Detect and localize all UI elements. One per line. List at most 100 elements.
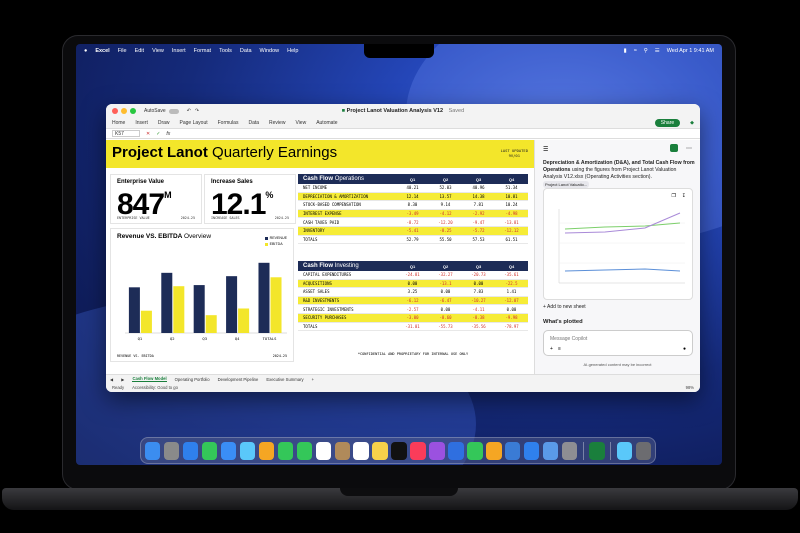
table-cell[interactable]: -35.56 — [462, 324, 495, 329]
file-reference-chip[interactable]: Project Lanot Valuatio... — [543, 181, 590, 188]
table-cell[interactable]: -78.97 — [495, 324, 528, 329]
bar-ebitda-q1[interactable] — [140, 310, 152, 333]
safari-icon[interactable] — [182, 441, 199, 460]
music-icon[interactable] — [410, 441, 426, 460]
menu-data[interactable]: Data — [240, 48, 252, 54]
preview-icon[interactable] — [543, 441, 559, 460]
table-cell[interactable]: 7.81 — [462, 202, 495, 207]
pane-menu-icon[interactable]: ☰ — [543, 146, 548, 153]
excel-icon[interactable] — [589, 441, 605, 460]
clock[interactable]: Wed Apr 1 9:41 AM — [667, 48, 714, 54]
table-cell[interactable]: -22.5 — [495, 281, 528, 286]
table-cell[interactable]: 0.00 — [495, 307, 528, 312]
menu-insert[interactable]: Insert — [172, 48, 186, 54]
maps-icon[interactable] — [239, 441, 256, 460]
table-cell[interactable]: 3.25 — [396, 289, 429, 294]
table-cell[interactable]: -4.11 — [462, 307, 495, 312]
add-attachment-icon[interactable]: + — [550, 346, 553, 352]
table-cell[interactable]: -4.98 — [495, 211, 528, 216]
table-row[interactable]: ASSET SALES 3.25 0.00 7.83 1.41 — [298, 288, 528, 297]
calendar-icon[interactable] — [315, 441, 331, 460]
table-cell[interactable]: -8.72 — [396, 220, 429, 225]
table-cell[interactable]: 0.00 — [429, 289, 462, 294]
menu-format[interactable]: Format — [194, 48, 211, 54]
podcasts-icon[interactable] — [429, 441, 445, 460]
table-cell[interactable]: -4.12 — [429, 211, 462, 216]
cancel-icon[interactable]: ✕ — [146, 131, 150, 137]
bar-ebitda-q2[interactable] — [173, 286, 185, 333]
download-icon[interactable]: ↧ — [682, 193, 686, 199]
sheet-tab-operating-portfolio[interactable]: Operating Portfolio — [175, 377, 210, 382]
table-cell[interactable]: -32.27 — [429, 272, 462, 277]
keynote-icon[interactable] — [448, 441, 464, 460]
table-cell[interactable]: 40.21 — [396, 185, 429, 190]
table-cell[interactable]: 52.79 — [396, 237, 429, 242]
table-cell[interactable]: -8.25 — [429, 228, 462, 233]
notes-icon[interactable] — [372, 441, 388, 460]
sheet-nav-next-icon[interactable]: ▶ — [121, 377, 124, 382]
table-row[interactable]: SECURITY PURCHASES -3.00 -8.60 -8.38 -9.98 — [298, 313, 528, 323]
photos-icon[interactable] — [258, 441, 275, 460]
wifi-icon[interactable]: ≈ — [634, 48, 637, 54]
table-cell[interactable]: 40.96 — [462, 185, 495, 190]
search-icon[interactable]: ⚲ — [644, 48, 648, 54]
tab-data[interactable]: Data — [248, 120, 259, 126]
table-cell[interactable]: 9.14 — [429, 202, 462, 207]
tab-home[interactable]: Home — [112, 120, 125, 126]
tab-page-layout[interactable]: Page Layout — [180, 120, 208, 126]
table-cell[interactable]: 57.53 — [462, 237, 495, 242]
table-cell[interactable]: -9.47 — [462, 220, 495, 225]
table-cell[interactable]: -8.60 — [429, 315, 462, 320]
table-row[interactable]: NET INCOME 40.21 52.03 40.96 51.34 — [298, 184, 528, 193]
worksheet[interactable]: Project Lanot Quarterly Earnings LAST UP… — [106, 140, 534, 374]
table-row[interactable]: INTEREST EXPENSE -3.49 -4.12 -2.92 -4.98 — [298, 209, 528, 219]
table-cell[interactable]: 8.30 — [396, 202, 429, 207]
table-row[interactable]: CAPITAL EXPENDITURES -24.81 -32.27 -20.73 -3… — [298, 271, 528, 280]
table-cell[interactable]: -24.81 — [396, 272, 429, 277]
table-cell[interactable]: 12.14 — [396, 194, 429, 199]
tab-automate[interactable]: Automate — [316, 120, 337, 126]
table-cell[interactable]: 0.00 — [462, 281, 495, 286]
table-cell[interactable]: -12.20 — [429, 220, 462, 225]
tab-insert[interactable]: Insert — [135, 120, 148, 126]
control-center-icon[interactable]: ☰ — [655, 48, 660, 54]
table-row[interactable]: ACQUISITIONS 0.00 -13.1 0.00 -22.5 — [298, 279, 528, 289]
bar-ebitda-q4[interactable] — [238, 308, 250, 333]
table-cell[interactable]: -31.01 — [396, 324, 429, 329]
bar-ebitda-q3[interactable] — [205, 315, 217, 333]
table-row[interactable]: TOTALS 52.79 55.50 57.53 61.51 — [298, 236, 528, 245]
name-box[interactable]: K57 — [112, 130, 140, 137]
folder-icon[interactable] — [616, 441, 633, 460]
table-cell[interactable]: -2.92 — [462, 211, 495, 216]
table-cell[interactable]: -20.73 — [462, 272, 495, 277]
fx-label[interactable]: fx — [166, 131, 170, 137]
table-cell[interactable]: -3.49 — [396, 211, 429, 216]
reminders-icon[interactable] — [353, 441, 369, 460]
table-cell[interactable]: -8.38 — [462, 315, 495, 320]
table-row[interactable]: STOCK-BASED COMPENSATION 8.30 9.14 7.81 10.2… — [298, 201, 528, 210]
more-icon[interactable]: ⋯ — [686, 145, 692, 152]
sheet-tab-cash-flow-model[interactable]: Cash Flow Model — [132, 376, 167, 382]
table-cell[interactable]: -55.73 — [429, 324, 462, 329]
bar-revenue-q2[interactable] — [161, 272, 173, 333]
table-cell[interactable]: 52.03 — [429, 185, 462, 190]
table-row[interactable]: CASH TAXES PAID -8.72 -12.20 -9.47 -13.81 — [298, 218, 528, 227]
copilot-chart-card[interactable]: ❐ ↧ — [543, 188, 693, 300]
facetime-icon[interactable] — [277, 441, 294, 460]
share-button[interactable]: Share — [654, 119, 681, 127]
tab-review[interactable]: Review — [269, 120, 285, 126]
table-row[interactable]: TOTALS -31.01 -55.73 -35.56 -78.97 — [298, 323, 528, 332]
finder-icon[interactable] — [145, 441, 161, 460]
table-cell[interactable]: 10.81 — [495, 194, 528, 199]
copy-icon[interactable]: ❐ — [672, 193, 676, 199]
accessibility-status[interactable]: Accessibility: Good to go — [132, 385, 178, 390]
phone-icon[interactable] — [296, 441, 312, 460]
menu-app-name[interactable]: Excel — [95, 48, 109, 54]
table-cell[interactable]: 61.51 — [495, 237, 528, 242]
tab-view[interactable]: View — [295, 120, 306, 126]
bar-revenue-q4[interactable] — [226, 276, 238, 333]
table-cell[interactable]: 14.38 — [462, 194, 495, 199]
table-cell[interactable]: 1.41 — [495, 289, 528, 294]
add-to-new-sheet-button[interactable]: + Add to new sheet — [543, 304, 586, 310]
zoom-level[interactable]: 98% — [686, 385, 694, 390]
